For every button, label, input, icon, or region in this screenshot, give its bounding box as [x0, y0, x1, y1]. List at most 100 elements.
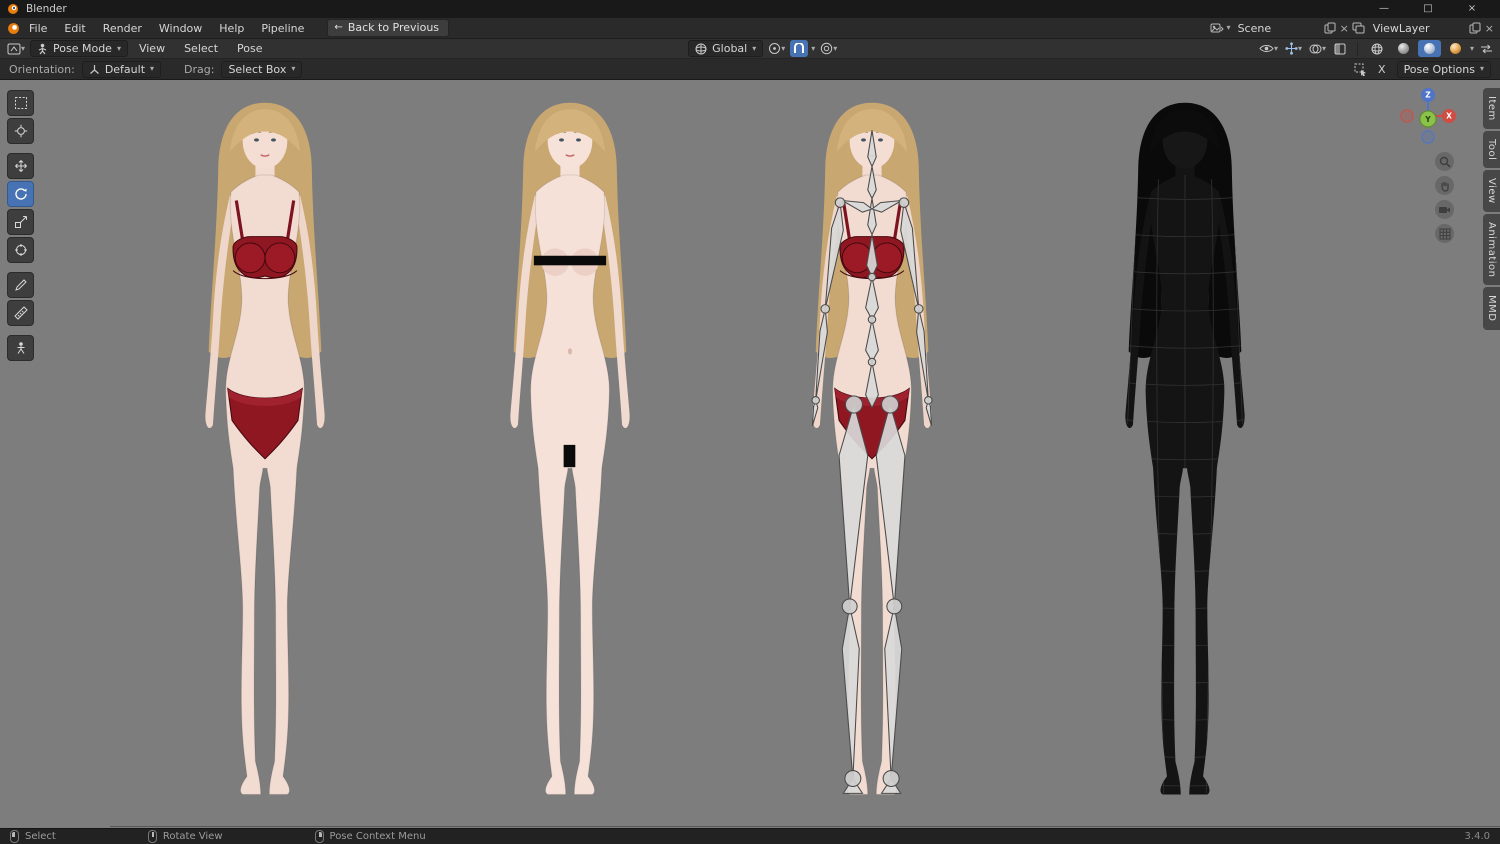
tool-move-button[interactable]	[7, 153, 34, 179]
tool-measure-button[interactable]	[7, 300, 34, 326]
gizmo-minus-x-axis[interactable]	[1401, 110, 1413, 122]
editor-type-button[interactable]: ▾	[5, 40, 27, 57]
maximize-button[interactable]: □	[1406, 0, 1450, 18]
overlays-chevron-icon: ▾	[1322, 45, 1326, 53]
gizmos-chevron-icon: ▾	[1298, 45, 1302, 53]
model-textured-lingerie[interactable]	[148, 80, 382, 828]
rendered-sphere-icon	[1450, 43, 1461, 54]
blender-version: 3.4.0	[1465, 831, 1490, 842]
snap-toggle-button[interactable]	[790, 40, 808, 57]
window-title: Blender	[26, 3, 67, 15]
new-viewlayer-icon[interactable]	[1468, 21, 1482, 35]
hint-select: Select	[25, 831, 56, 842]
pan-button[interactable]	[1435, 176, 1454, 195]
wireframe-sphere-icon	[1371, 43, 1383, 55]
drag-dropdown[interactable]: Select Box ▾	[221, 61, 302, 78]
floor-grid-line	[110, 826, 1500, 827]
menu-window[interactable]: Window	[151, 20, 210, 37]
shading-material-button[interactable]	[1418, 40, 1441, 57]
pivot-point-icon	[768, 42, 781, 55]
scene-selector[interactable]: Scene	[1234, 21, 1320, 36]
material-sphere-icon	[1424, 43, 1435, 54]
shading-wireframe-button[interactable]	[1366, 40, 1389, 57]
minimize-button[interactable]: —	[1362, 0, 1406, 18]
viewlayer-selector[interactable]: ViewLayer	[1369, 21, 1465, 36]
proportional-edit-icon	[820, 42, 833, 55]
tool-select-box-button[interactable]	[7, 90, 34, 116]
camera-view-button[interactable]	[1435, 200, 1454, 219]
shading-rendered-button[interactable]	[1444, 40, 1467, 57]
model-armature-overlay[interactable]	[755, 80, 989, 828]
proportional-edit-button[interactable]: ▾	[818, 40, 839, 57]
xray-toggle-button[interactable]	[1331, 40, 1349, 57]
menu-file[interactable]: File	[21, 20, 55, 37]
move-icon	[14, 159, 28, 173]
tool-rotate-button[interactable]	[7, 181, 34, 207]
tool-transform-button[interactable]	[7, 237, 34, 263]
shading-solid-button[interactable]	[1392, 40, 1415, 57]
tool-cursor-button[interactable]	[7, 118, 34, 144]
overlays-icon	[1309, 43, 1322, 55]
hint-rotate-view: Rotate View	[163, 831, 223, 842]
menu-help[interactable]: Help	[211, 20, 252, 37]
back-to-previous-button[interactable]: ← Back to Previous	[327, 19, 449, 37]
blender-menu-icon[interactable]	[6, 21, 20, 35]
pose-breakdowner-icon	[14, 341, 28, 355]
orientation-default-dropdown[interactable]: Default ▾	[82, 61, 161, 78]
menu-viewport-pose[interactable]: Pose	[229, 40, 270, 57]
visibility-chevron-icon: ▾	[1274, 45, 1278, 53]
snap-chevron-icon[interactable]: ▾	[811, 45, 815, 53]
titlebar: Blender — □ ×	[0, 0, 1500, 18]
viewport-3d[interactable]: Z X Y Item Tool View Animation MMD	[0, 80, 1500, 828]
menu-viewport-view[interactable]: View	[131, 40, 173, 57]
tab-animation[interactable]: Animation	[1483, 214, 1500, 285]
orientation-dropdown[interactable]: Global ▾	[688, 40, 763, 57]
orientation-chevron-icon: ▾	[752, 45, 756, 53]
new-scene-icon[interactable]	[1323, 21, 1337, 35]
drag-label: Drag:	[184, 63, 214, 76]
close-button[interactable]: ×	[1450, 0, 1494, 18]
remove-viewlayer-icon[interactable]: ×	[1485, 22, 1494, 35]
model-wireframe[interactable]	[1068, 80, 1302, 828]
menu-pipeline[interactable]: Pipeline	[253, 20, 312, 37]
right-mouse-icon	[315, 830, 324, 843]
mode-dropdown[interactable]: Pose Mode ▾	[30, 40, 128, 57]
cursor-icon	[14, 124, 28, 138]
swap-areas-icon[interactable]	[1477, 40, 1495, 57]
viewport-header: ▾ Pose Mode ▾ View Select Pose Global ▾ …	[0, 39, 1500, 59]
overlays-button[interactable]: ▾	[1307, 40, 1328, 57]
menu-viewport-select[interactable]: Select	[176, 40, 226, 57]
viewport-nav-buttons	[1435, 152, 1454, 243]
tool-pose-breakdowner-button[interactable]	[7, 335, 34, 361]
object-visibility-button[interactable]: ▾	[1257, 40, 1280, 57]
tab-item[interactable]: Item	[1483, 88, 1500, 129]
tool-annotate-button[interactable]	[7, 272, 34, 298]
shading-chevron-icon[interactable]: ▾	[1470, 45, 1474, 53]
transform-icon	[14, 243, 28, 257]
gizmos-button[interactable]: ▾	[1283, 40, 1304, 57]
zoom-button[interactable]	[1435, 152, 1454, 171]
gizmo-minus-z-axis[interactable]	[1422, 131, 1434, 143]
tool-scale-button[interactable]	[7, 209, 34, 235]
menu-edit[interactable]: Edit	[56, 20, 93, 37]
scene-browse-chevron-icon[interactable]: ▾	[1227, 24, 1231, 32]
menu-render[interactable]: Render	[95, 20, 150, 37]
tab-tool[interactable]: Tool	[1483, 131, 1500, 168]
scale-icon	[14, 215, 28, 229]
tweak-settings-icon[interactable]	[1353, 62, 1367, 76]
pivot-chevron-icon: ▾	[781, 45, 785, 53]
axis-icon	[89, 64, 100, 75]
unlink-scene-icon[interactable]: ×	[1340, 22, 1349, 35]
back-arrow-icon: ←	[334, 22, 342, 33]
ortho-toggle-button[interactable]	[1435, 224, 1454, 243]
pivot-point-button[interactable]: ▾	[766, 40, 787, 57]
select-box-icon	[14, 96, 28, 110]
scene-browse-icon[interactable]	[1210, 21, 1224, 35]
pose-options-dropdown[interactable]: Pose Options ▾	[1397, 61, 1491, 78]
navigation-gizmo[interactable]: Z X Y	[1398, 86, 1458, 146]
model-solid-censored[interactable]	[453, 80, 687, 828]
statusbar: Select Rotate View Pose Context Menu 3.4…	[0, 828, 1500, 844]
tab-mmd[interactable]: MMD	[1483, 287, 1500, 329]
mirror-x-button[interactable]: X	[1374, 63, 1390, 76]
tab-view[interactable]: View	[1483, 170, 1500, 212]
